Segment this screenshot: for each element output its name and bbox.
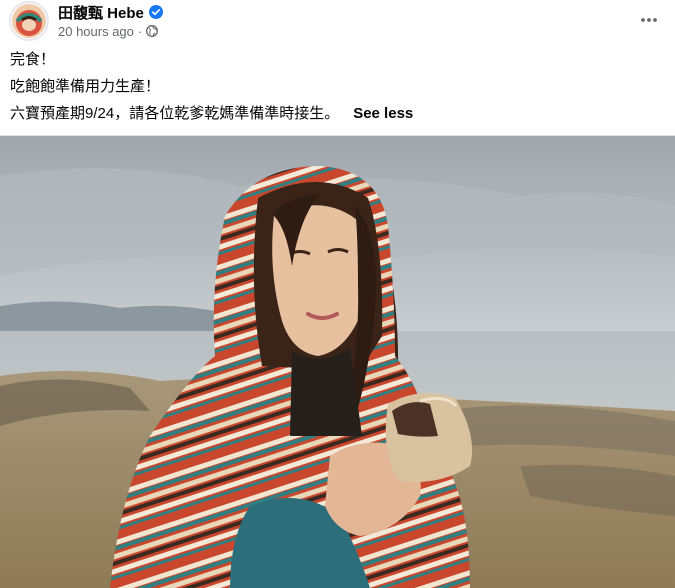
see-less-button[interactable]: See less [353,105,413,122]
globe-icon[interactable] [146,25,159,37]
author-name[interactable]: 田馥甄 Hebe [58,2,144,23]
post-text-line: 吃飽飽準備用力生產！ [10,78,161,95]
post-text-line-last: 六寶預產期9/24，請各位乾爹乾媽準備準時接生。 See less [10,104,413,124]
post-text-line-content: 六寶預產期9/24，請各位乾爹乾媽準備準時接生。 [10,105,340,122]
post-photo[interactable] [0,136,675,588]
more-options-icon [640,10,658,28]
post-text-line: 完食！ [10,51,56,68]
post-timestamp[interactable]: 20 hours ago [58,24,134,39]
post-header: 田馥甄 Hebe 20 hours ago · [0,0,675,46]
verified-badge-icon [148,5,163,19]
post-meta: 20 hours ago · [58,22,159,40]
more-options-button[interactable] [636,6,662,32]
author-avatar[interactable] [9,1,49,41]
meta-separator: · [137,23,143,39]
author-name-row: 田馥甄 Hebe [58,2,163,22]
facebook-post: 田馥甄 Hebe 20 hours ago · 完食！ 吃飽飽準備用力生產！ 六… [0,0,675,588]
